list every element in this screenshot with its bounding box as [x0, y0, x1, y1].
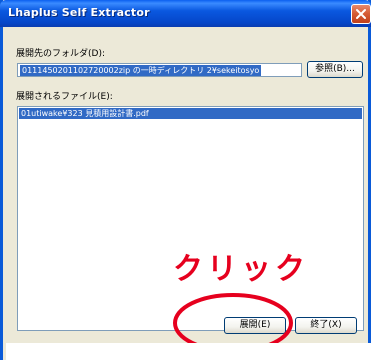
destination-path-value: 0111450201102720002zip の一時ディレクトリ 2¥sekei…: [20, 65, 262, 76]
title-bar[interactable]: Lhaplus Self Extractor: [0, 0, 371, 27]
files-label: 展開されるファイル(E):: [16, 92, 113, 102]
quit-button[interactable]: 終了(X): [295, 317, 357, 334]
close-button[interactable]: [351, 4, 371, 24]
window-title: Lhaplus Self Extractor: [8, 6, 150, 19]
browse-button[interactable]: 参照(B)...: [307, 61, 363, 78]
close-icon: [356, 9, 366, 19]
click-callout-text: クリック: [173, 252, 309, 287]
status-strip: [6, 343, 371, 360]
extractor-dialog: Lhaplus Self Extractor 展開先のフォルダ(D): 0111…: [0, 0, 371, 360]
destination-label: 展開先のフォルダ(D):: [16, 49, 105, 59]
list-item[interactable]: 01utiwake¥323 見積用設計書.pdf: [19, 108, 362, 119]
destination-path-input[interactable]: 0111450201102720002zip の一時ディレクトリ 2¥sekei…: [17, 63, 302, 77]
